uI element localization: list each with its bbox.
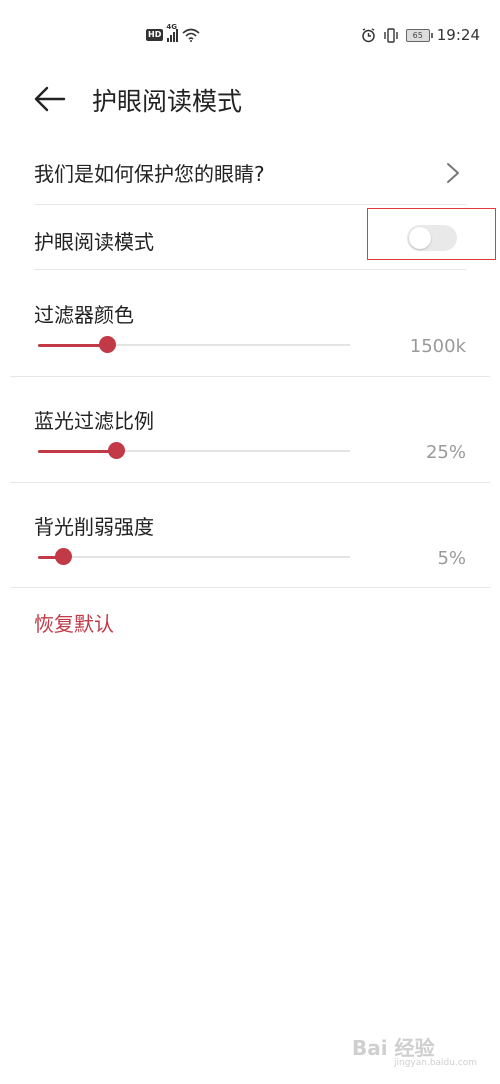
divider <box>10 482 490 483</box>
backlight-label: 背光削弱强度 <box>34 515 154 539</box>
divider <box>10 376 490 377</box>
page-title: 护眼阅读模式 <box>92 87 243 116</box>
blue-light-label: 蓝光过滤比例 <box>34 409 154 433</box>
watermark-url: jingyan.baidu.com <box>394 1058 478 1068</box>
reset-default-button[interactable]: 恢复默认 <box>34 608 114 637</box>
back-arrow-icon[interactable] <box>34 86 66 112</box>
status-time: 19:24 <box>436 26 480 44</box>
blue-light-value: 25% <box>425 442 466 463</box>
slider-thumb[interactable] <box>98 336 116 353</box>
vibrate-icon <box>384 27 398 43</box>
status-left: HD 4G <box>146 23 200 42</box>
backlight-value: 5% <box>437 548 466 569</box>
filter-color-label: 过滤器颜色 <box>34 303 134 327</box>
app-header: 护眼阅读模式 <box>0 68 500 136</box>
battery-icon: 65 <box>405 28 433 42</box>
status-right: 65 19:24 <box>361 26 480 44</box>
slider-thumb[interactable] <box>108 442 125 459</box>
signal-icon: 4G <box>166 23 179 42</box>
slider-thumb[interactable] <box>54 548 72 565</box>
baidu-watermark: Bai 经验 <box>352 1036 435 1060</box>
backlight-slider[interactable] <box>38 548 350 565</box>
divider <box>34 204 466 205</box>
filter-color-slider[interactable] <box>38 336 350 353</box>
blue-light-slider[interactable] <box>38 442 350 459</box>
divider <box>10 587 490 588</box>
annotation-highlight-box <box>367 208 496 260</box>
wifi-icon <box>182 28 200 42</box>
slider-fill <box>38 343 107 347</box>
filter-color-value: 1500k <box>409 336 466 357</box>
how-protect-link[interactable]: 我们是如何保护您的眼睛? <box>34 158 265 187</box>
network-type: 4G <box>166 23 177 31</box>
hd-badge: HD <box>146 29 164 41</box>
divider <box>34 269 466 270</box>
alarm-icon <box>362 27 375 42</box>
eye-mode-label: 护眼阅读模式 <box>34 230 154 254</box>
chevron-right-icon[interactable] <box>445 162 461 184</box>
slider-fill <box>38 449 116 453</box>
status-bar: HD 4G 65 19:24 <box>0 0 500 68</box>
